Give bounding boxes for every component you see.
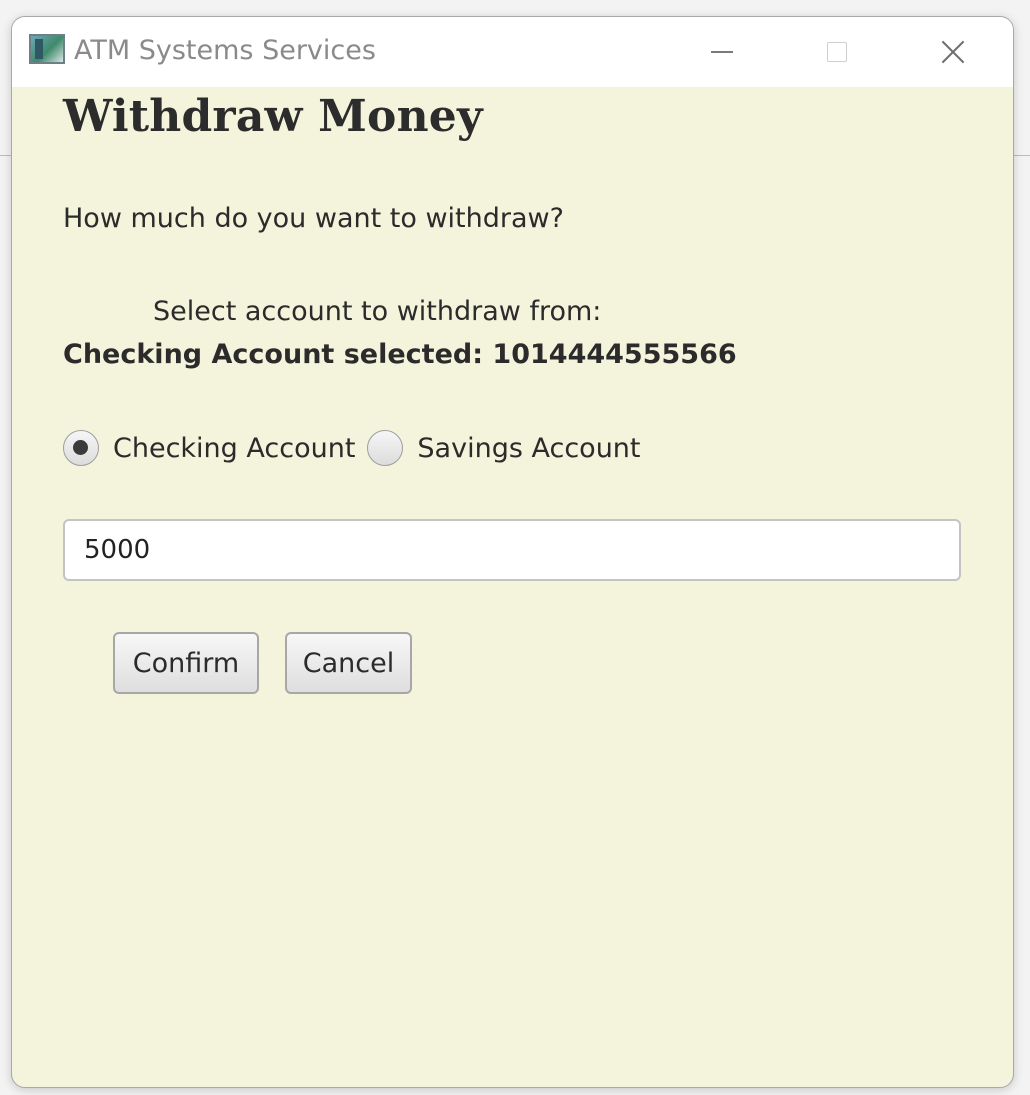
minimize-button[interactable] [687,27,757,77]
amount-input[interactable] [63,519,961,581]
app-icon [29,34,65,64]
radio-checked-icon[interactable] [63,430,99,466]
savings-account-label: Savings Account [417,432,641,464]
cancel-button[interactable]: Cancel [285,632,412,694]
savings-account-radio[interactable]: Savings Account [367,430,652,466]
close-icon [941,40,965,64]
title-bar[interactable]: ATM Systems Services [12,17,1013,87]
checking-account-label: Checking Account [113,432,356,464]
checking-account-radio[interactable]: Checking Account [63,430,367,466]
maximize-icon [827,42,847,62]
withdraw-question: How much do you want to withdraw? [63,203,564,234]
minimize-icon [711,51,733,53]
close-button[interactable] [918,27,988,77]
page-title: Withdraw Money [63,91,483,142]
window-title: ATM Systems Services [74,35,376,66]
account-radio-group: Checking Account Savings Account [63,426,653,470]
confirm-button[interactable]: Confirm [113,632,259,694]
selected-account-info: Checking Account selected: 1014444555566 [63,339,737,370]
withdraw-dialog: ATM Systems Services Withdraw Money How … [11,16,1014,1088]
radio-unchecked-icon[interactable] [367,430,404,466]
select-account-label: Select account to withdraw from: [153,296,602,327]
maximize-button[interactable] [802,27,872,77]
